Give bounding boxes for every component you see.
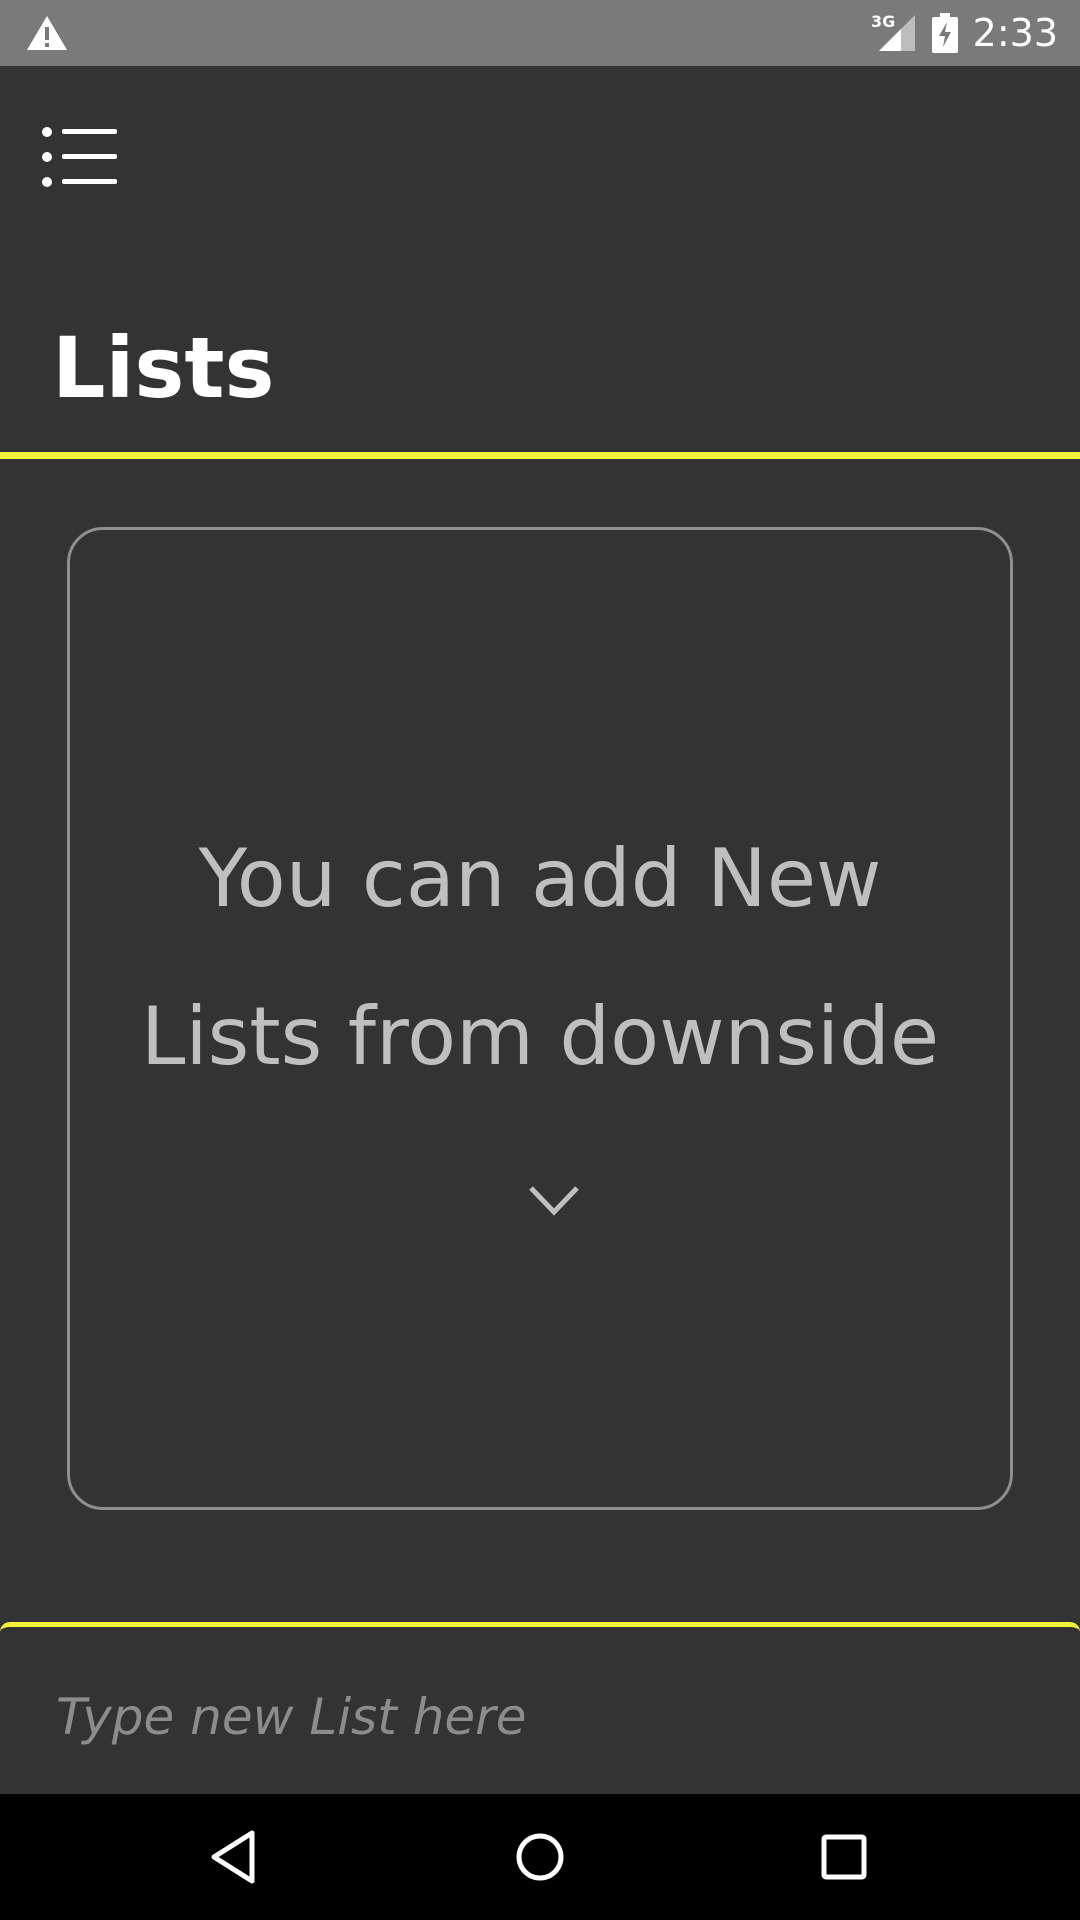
new-list-input-area [0,1622,1080,1794]
network-type-label: 3G [871,13,895,31]
title-divider [0,452,1080,459]
menu-list-icon [42,127,117,187]
page-title: Lists [52,319,275,417]
chevron-down-icon [529,1186,579,1216]
empty-state-message: You can add New Lists from downside [120,800,960,1274]
status-icons: 3G 2:33 [871,0,1058,66]
recents-button[interactable] [814,1827,874,1887]
signal-icon: 3G [871,13,915,51]
status-time: 2:33 [972,11,1058,55]
warning-icon [27,16,67,50]
back-button[interactable] [206,1827,266,1887]
menu-button[interactable] [42,126,120,188]
navigation-bar [0,1794,1080,1920]
home-icon [516,1833,564,1881]
home-button[interactable] [510,1827,570,1887]
empty-state-text: You can add New Lists from downside [140,832,940,1083]
status-bar: 3G 2:33 [0,0,1080,66]
back-icon [211,1830,255,1884]
recents-icon [821,1834,867,1880]
battery-charging-icon [931,13,958,53]
new-list-input[interactable] [56,1677,1016,1757]
